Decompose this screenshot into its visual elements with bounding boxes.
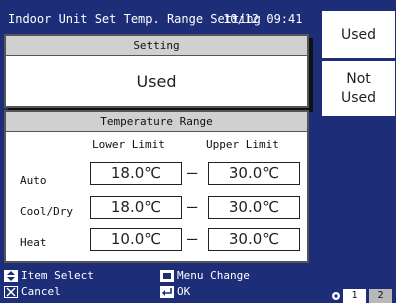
range-dash: – [187, 197, 198, 217]
hint-cancel: Cancel [4, 285, 61, 298]
setting-value: Used [136, 71, 177, 91]
screen: Indoor Unit Set Temp. Range Setting 10/1… [0, 0, 396, 303]
hint-item-select-label: Item Select [21, 269, 94, 282]
lower-limit-heading: Lower Limit [92, 138, 165, 151]
page-2[interactable]: 2 [369, 289, 392, 303]
up-down-arrows-icon [4, 270, 18, 282]
menu-icon [160, 270, 174, 282]
datetime: 10/12 09:41 [223, 12, 303, 26]
used-button-label: Used [340, 26, 377, 43]
page-1[interactable]: 1 [343, 289, 366, 303]
heat-upper-limit-field[interactable]: 30.0℃ [208, 228, 300, 251]
range-dash: – [187, 229, 198, 249]
setting-panel[interactable]: Setting Used [4, 34, 309, 108]
upper-limit-heading: Upper Limit [206, 138, 279, 151]
cool-dry-upper-limit-field[interactable]: 30.0℃ [208, 196, 300, 219]
mode-label-heat: Heat [20, 236, 47, 249]
heat-lower-limit-field[interactable]: 10.0℃ [90, 228, 182, 251]
cancel-icon [4, 286, 18, 298]
setting-panel-header: Setting [6, 36, 307, 56]
auto-upper-limit-field[interactable]: 30.0℃ [208, 162, 300, 185]
hint-ok-label: OK [177, 285, 191, 298]
page-indicator-icon [332, 292, 340, 300]
hint-cancel-label: Cancel [21, 285, 61, 298]
hint-menu-change: Menu Change [160, 269, 250, 282]
mode-label-auto: Auto [20, 174, 47, 187]
mode-label-cool-dry: Cool/Dry [20, 205, 73, 218]
range-dash: – [187, 163, 198, 183]
not-used-button[interactable]: Not Used [321, 60, 396, 117]
not-used-button-label-2: Used [340, 89, 377, 106]
title-bar: Indoor Unit Set Temp. Range Setting 10/1… [2, 10, 312, 28]
hint-item-select: Item Select [4, 269, 94, 282]
not-used-button-label-1: Not [346, 70, 371, 87]
enter-arrow-icon [160, 286, 174, 298]
auto-lower-limit-field[interactable]: 18.0℃ [90, 162, 182, 185]
temperature-range-header: Temperature Range [6, 112, 307, 132]
used-button[interactable]: Used [321, 10, 396, 59]
hint-menu-change-label: Menu Change [177, 269, 250, 282]
hint-ok: OK [160, 285, 190, 298]
cool-dry-lower-limit-field[interactable]: 18.0℃ [90, 196, 182, 219]
